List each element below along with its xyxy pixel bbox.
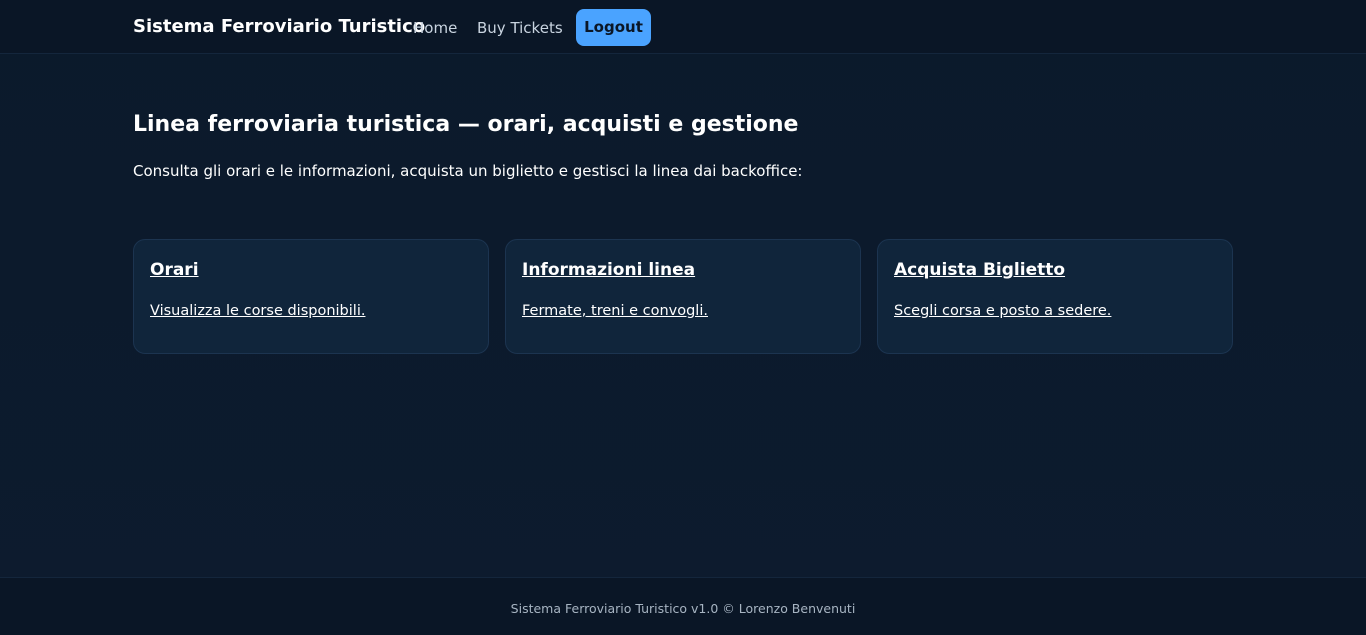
- card-title[interactable]: Acquista Biglietto: [894, 260, 1065, 280]
- card-title[interactable]: Informazioni linea: [522, 260, 695, 280]
- card-description[interactable]: Fermate, treni e convogli.: [522, 303, 708, 319]
- nav-link-home[interactable]: Home: [413, 19, 457, 37]
- card-description[interactable]: Visualizza le corse disponibili.: [150, 303, 365, 319]
- card-acquista-biglietto[interactable]: Acquista Biglietto Scegli corsa e posto …: [877, 239, 1233, 354]
- logout-button[interactable]: Logout: [576, 9, 651, 46]
- card-title[interactable]: Orari: [150, 260, 199, 280]
- page-title: Linea ferroviaria turistica — orari, acq…: [133, 112, 799, 137]
- card-informazioni-linea[interactable]: Informazioni linea Fermate, treni e conv…: [505, 239, 861, 354]
- navbar: Sistema Ferroviario Turistico Home Buy T…: [0, 0, 1366, 54]
- brand-title[interactable]: Sistema Ferroviario Turistico: [133, 16, 425, 37]
- card-orari[interactable]: Orari Visualizza le corse disponibili.: [133, 239, 489, 354]
- page-lead: Consulta gli orari e le informazioni, ac…: [133, 162, 803, 180]
- footer: Sistema Ferroviario Turistico v1.0 © Lor…: [0, 577, 1366, 635]
- nav-link-buy-tickets[interactable]: Buy Tickets: [477, 19, 563, 37]
- card-description[interactable]: Scegli corsa e posto a sedere.: [894, 303, 1111, 319]
- footer-text: Sistema Ferroviario Turistico v1.0 © Lor…: [510, 601, 856, 616]
